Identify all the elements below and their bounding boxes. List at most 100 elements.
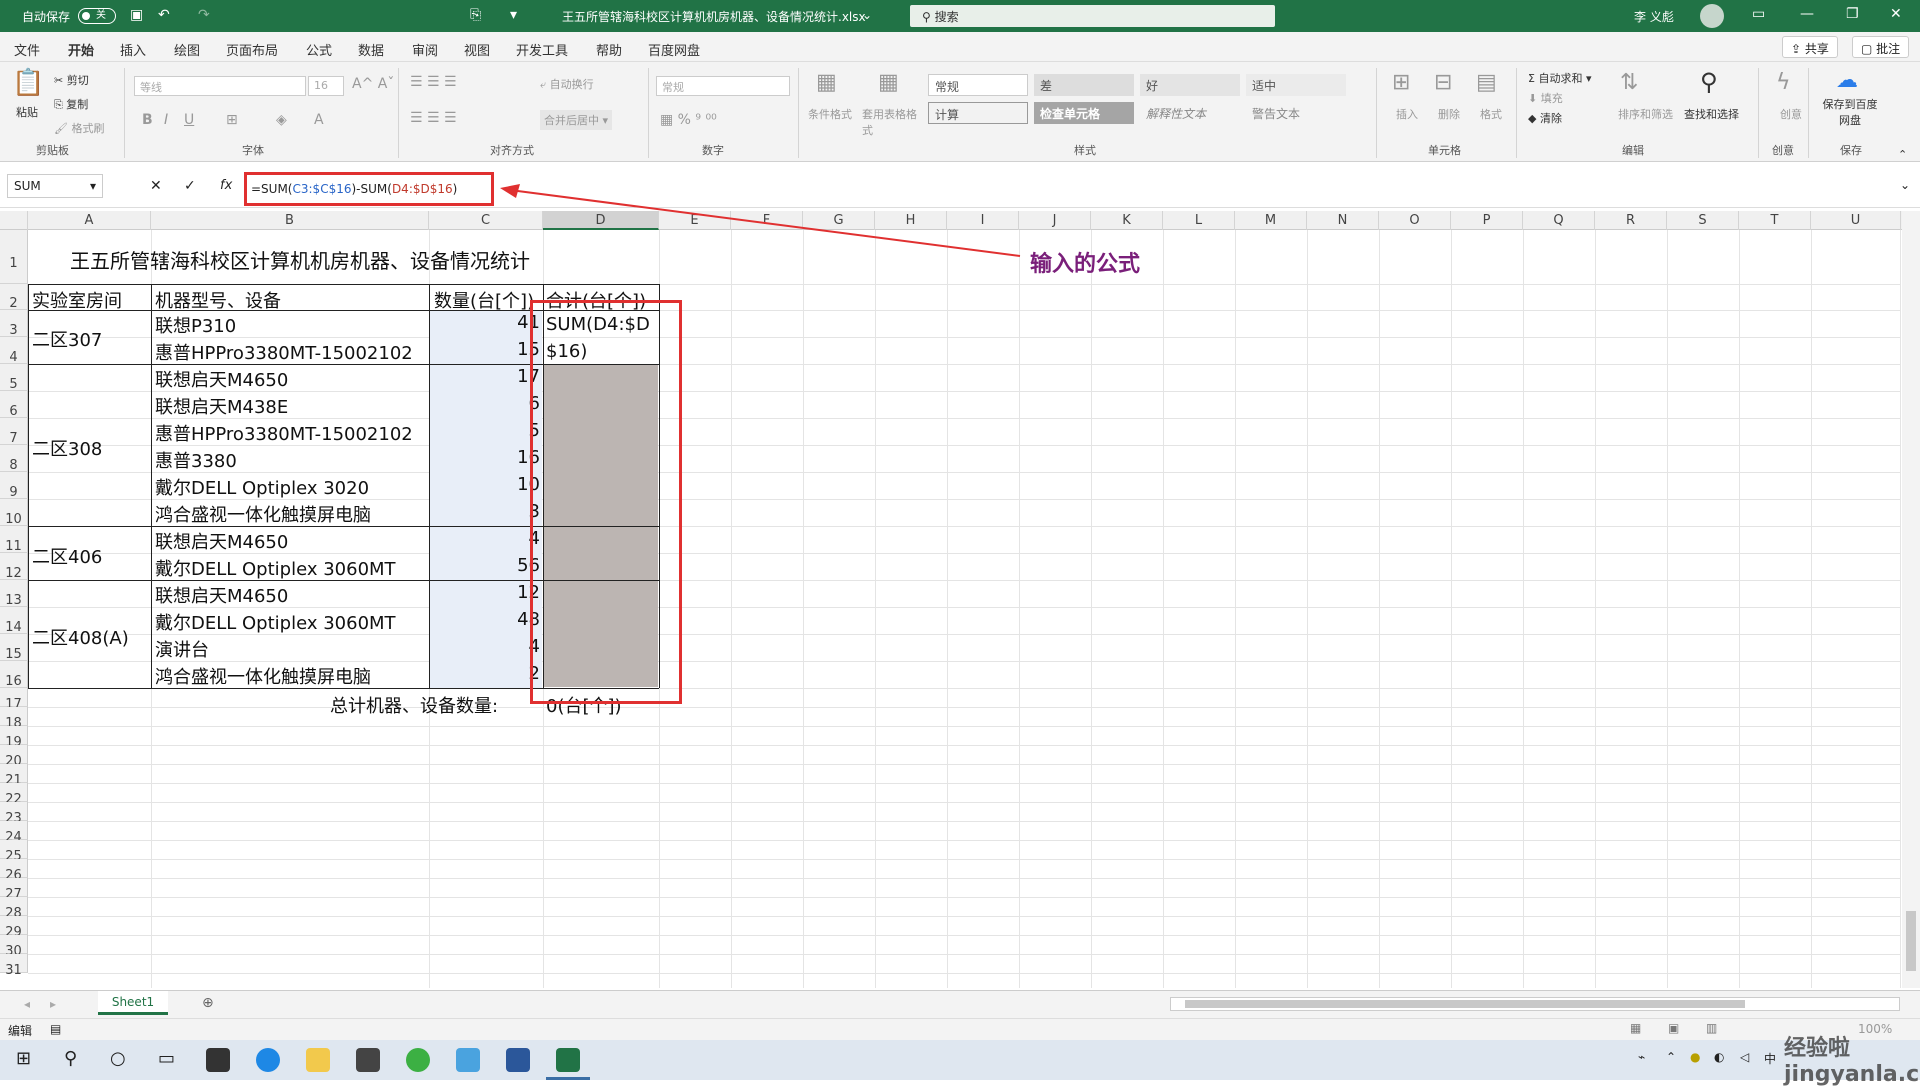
- excel-icon[interactable]: [556, 1048, 580, 1072]
- select-all-corner[interactable]: [0, 211, 28, 230]
- quantity-cell[interactable]: 17: [432, 366, 540, 387]
- column-header[interactable]: B: [151, 211, 429, 230]
- find-select-icon[interactable]: ⚲: [1700, 68, 1718, 96]
- tab-help[interactable]: 帮助: [596, 40, 622, 59]
- number-format-dropdown[interactable]: 常规: [656, 76, 790, 96]
- device-cell[interactable]: 戴尔DELL Optiplex 3060MT: [155, 555, 427, 581]
- column-header[interactable]: A: [28, 211, 151, 230]
- undo-icon[interactable]: ↶: [158, 7, 170, 23]
- app-icon-fan[interactable]: [206, 1048, 230, 1072]
- minimize-icon[interactable]: —: [1800, 6, 1814, 22]
- row-header[interactable]: 19: [0, 726, 28, 750]
- quantity-cell[interactable]: 41: [432, 312, 540, 333]
- row-header[interactable]: 24: [0, 821, 28, 845]
- quantity-cell[interactable]: 6: [432, 393, 540, 414]
- column-header[interactable]: U: [1811, 211, 1901, 230]
- device-cell[interactable]: 鸿合盛视一体化触摸屏电脑: [155, 501, 427, 527]
- paste-label[interactable]: 粘贴: [16, 104, 38, 120]
- quantity-cell[interactable]: 48: [432, 609, 540, 630]
- row-header[interactable]: 22: [0, 783, 28, 807]
- ribbon-display-icon[interactable]: ▭: [1752, 6, 1765, 22]
- taskbar-search-icon[interactable]: ⚲: [64, 1048, 77, 1069]
- format-cells-label[interactable]: 格式: [1480, 106, 1502, 122]
- row-header[interactable]: 8: [0, 445, 28, 473]
- tab-baidu[interactable]: 百度网盘: [648, 40, 700, 59]
- row-header[interactable]: 15: [0, 634, 28, 662]
- close-icon[interactable]: ✕: [1890, 6, 1902, 22]
- quantity-cell[interactable]: 12: [432, 582, 540, 603]
- row-header[interactable]: 21: [0, 764, 28, 788]
- fill-button[interactable]: ⬇ 填充: [1528, 90, 1563, 106]
- column-header[interactable]: P: [1451, 211, 1523, 230]
- qq-icon[interactable]: ◐: [1714, 1050, 1724, 1064]
- room-cell[interactable]: 二区308: [32, 435, 102, 461]
- row-header[interactable]: 20: [0, 745, 28, 769]
- font-name-dropdown[interactable]: 等线: [134, 76, 306, 96]
- row-header[interactable]: 26: [0, 859, 28, 883]
- next-sheet-icon[interactable]: ▸: [50, 997, 56, 1011]
- column-header[interactable]: K: [1091, 211, 1163, 230]
- tab-view[interactable]: 视图: [464, 40, 490, 59]
- device-cell[interactable]: 惠普HPPro3380MT-15002102: [155, 420, 427, 446]
- row-header[interactable]: 1: [0, 230, 28, 284]
- font-size-dropdown[interactable]: 16: [308, 76, 344, 96]
- quantity-cell[interactable]: 3: [432, 501, 540, 522]
- row-header[interactable]: 3: [0, 310, 28, 338]
- vertical-scrollbar[interactable]: [1902, 211, 1920, 988]
- delete-cells-label[interactable]: 删除: [1438, 106, 1460, 122]
- device-cell[interactable]: 联想启天M4650: [155, 582, 427, 608]
- fill-color-icon[interactable]: ◈: [276, 112, 287, 128]
- baidu-cloud-icon[interactable]: ☁: [1836, 68, 1858, 93]
- row-header[interactable]: 25: [0, 840, 28, 864]
- row-header[interactable]: 5: [0, 364, 28, 392]
- save-icon[interactable]: ▣: [130, 7, 143, 23]
- app-icon-pen[interactable]: [456, 1048, 480, 1072]
- word-icon[interactable]: [506, 1048, 530, 1072]
- table-format-icon[interactable]: ▦: [878, 70, 899, 95]
- collapse-ribbon-icon[interactable]: ⌃: [1898, 148, 1907, 161]
- autosave-toggle[interactable]: 关: [78, 8, 116, 24]
- normal-view-icon[interactable]: ▦: [1630, 1021, 1641, 1035]
- page-break-view-icon[interactable]: ▥: [1706, 1021, 1717, 1035]
- delete-cells-icon[interactable]: ⊟: [1434, 70, 1452, 95]
- cut-button[interactable]: ✂ 剪切: [54, 72, 89, 88]
- wrap-text-button[interactable]: ⤶ 自动换行: [540, 76, 594, 92]
- sort-filter-icon[interactable]: ⇅: [1620, 70, 1638, 95]
- style-normal[interactable]: 常规: [928, 74, 1028, 96]
- horizontal-scroll-thumb[interactable]: [1185, 1000, 1745, 1008]
- column-header[interactable]: R: [1595, 211, 1667, 230]
- share-button[interactable]: ⇪ 共享: [1782, 36, 1838, 58]
- align-left-icon[interactable]: ☰ ☰ ☰: [410, 110, 457, 126]
- room-cell[interactable]: 二区307: [32, 326, 102, 352]
- avatar[interactable]: [1700, 4, 1724, 28]
- row-header[interactable]: 31: [0, 954, 28, 978]
- volume-icon[interactable]: ◁: [1740, 1050, 1749, 1064]
- column-header[interactable]: O: [1379, 211, 1451, 230]
- quantity-cell[interactable]: 5: [432, 420, 540, 441]
- row-header[interactable]: 6: [0, 391, 28, 419]
- row-header[interactable]: 10: [0, 499, 28, 527]
- sheet-tab-sheet1[interactable]: Sheet1: [98, 991, 168, 1015]
- paste-icon[interactable]: 📋: [12, 68, 44, 98]
- style-warning[interactable]: 警告文本: [1246, 102, 1346, 124]
- style-explanatory[interactable]: 解释性文本: [1140, 102, 1240, 124]
- row-header[interactable]: 27: [0, 878, 28, 902]
- format-painter-qa-icon[interactable]: ⎘: [470, 7, 481, 23]
- quantity-cell[interactable]: 4: [432, 528, 540, 549]
- align-top-icon[interactable]: ☰ ☰ ☰: [410, 74, 457, 90]
- device-cell[interactable]: 联想启天M438E: [155, 393, 427, 419]
- tab-review[interactable]: 审阅: [412, 40, 438, 59]
- page-layout-view-icon[interactable]: ▣: [1668, 1021, 1679, 1035]
- store-icon[interactable]: [356, 1048, 380, 1072]
- row-header[interactable]: 13: [0, 580, 28, 608]
- style-calculation[interactable]: 计算: [928, 102, 1028, 124]
- formula-input[interactable]: =SUM(C3:$C$16)-SUM(D4:$D$16): [244, 172, 494, 206]
- row-header[interactable]: 18: [0, 707, 28, 731]
- device-cell[interactable]: 鸿合盛视一体化触摸屏电脑: [155, 663, 427, 689]
- row-header[interactable]: 11: [0, 526, 28, 554]
- edge-icon[interactable]: [256, 1048, 280, 1072]
- name-box[interactable]: SUM ▾: [7, 174, 103, 198]
- merge-center-button[interactable]: 合并后居中 ▾: [540, 110, 613, 130]
- room-cell[interactable]: 二区408(A): [32, 624, 129, 650]
- grow-font-icon[interactable]: A^ Aˇ: [352, 76, 394, 92]
